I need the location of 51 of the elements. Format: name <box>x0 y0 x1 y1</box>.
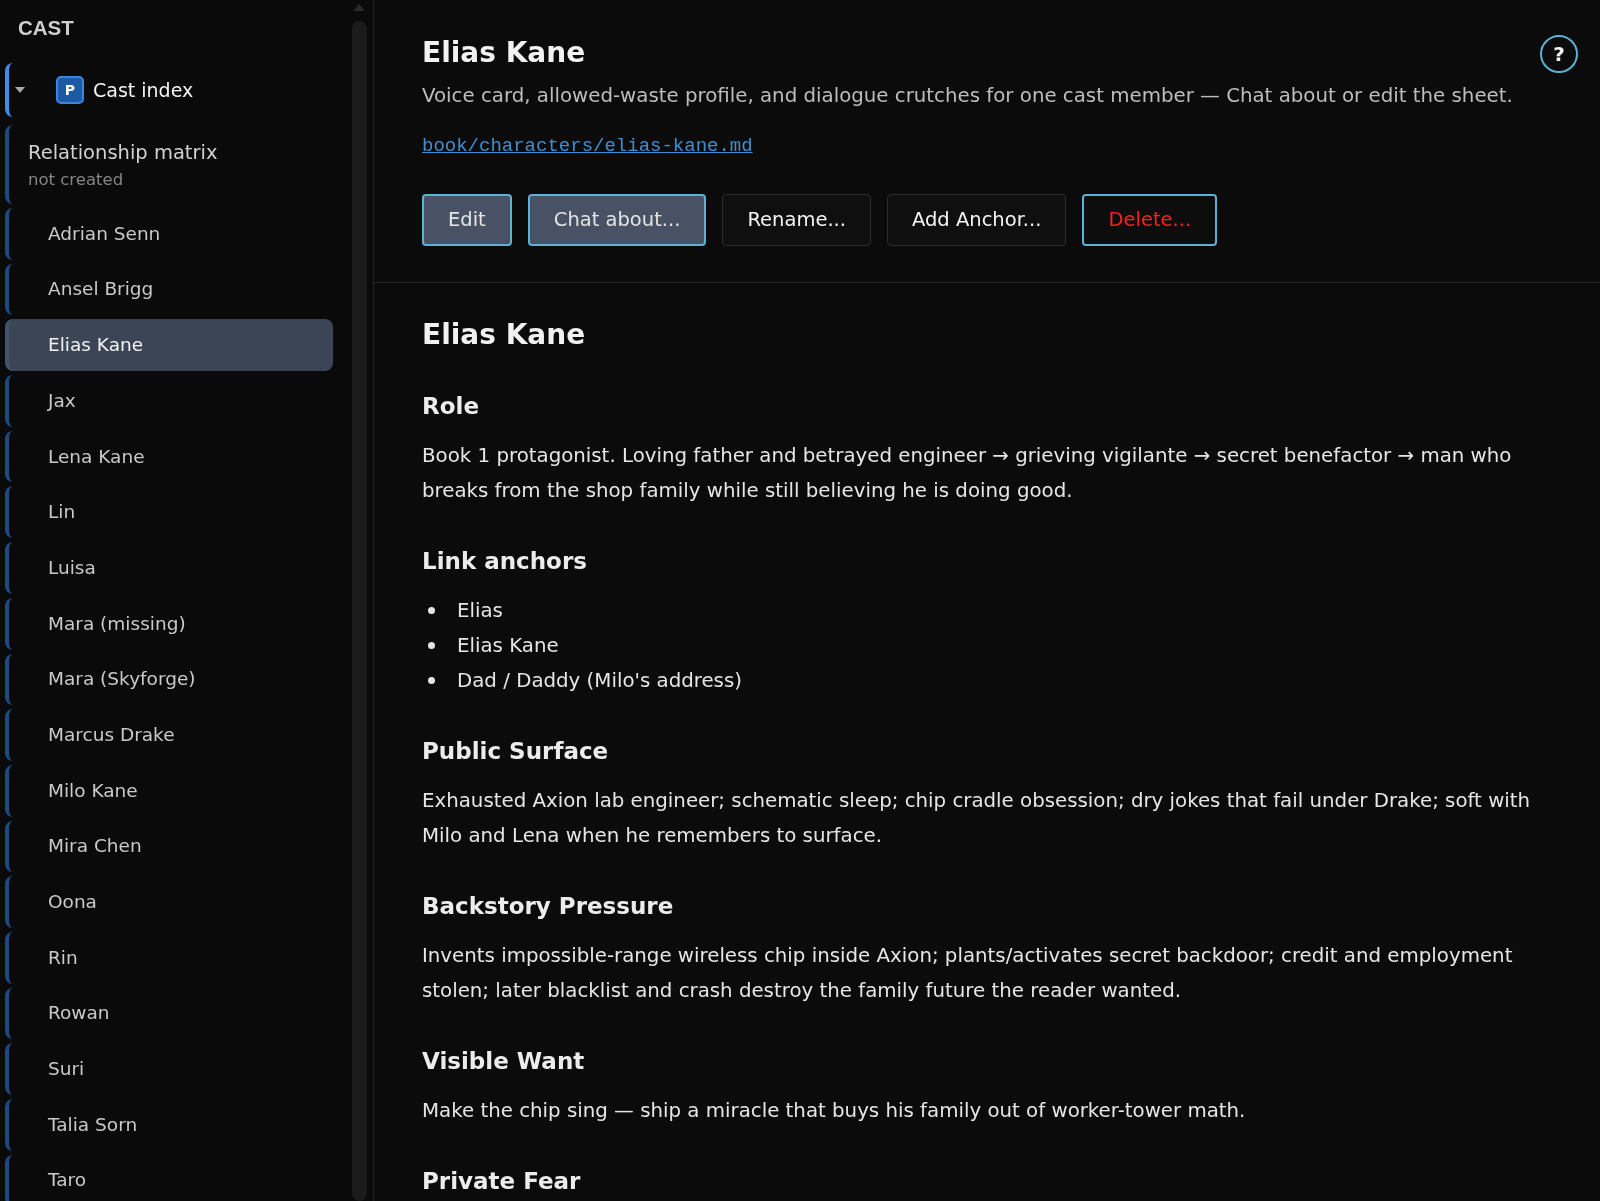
bullet-icon <box>428 642 435 649</box>
sidebar-item[interactable]: Jax <box>5 375 333 427</box>
sidebar-item[interactable]: Ansel Brigg <box>5 263 333 316</box>
section-heading: Link anchors <box>422 547 588 576</box>
sidebar-item[interactable]: Elias Kane <box>5 319 333 372</box>
action-button[interactable]: Edit <box>422 194 512 246</box>
bullet-icon <box>428 677 435 684</box>
help-button[interactable]: ? <box>1540 35 1578 73</box>
sidebar-item[interactable]: Lin <box>5 486 333 539</box>
list-item-text: Dad / Daddy (Milo's address) <box>457 668 742 694</box>
sidebar-item[interactable]: Talia Sorn <box>5 1099 333 1151</box>
sidebar-heading: CAST <box>17 16 75 40</box>
sidebar-item[interactable]: Marcus Drake <box>5 709 333 761</box>
page-description: Voice card, allowed-waste profile, and dialogue crutches for one cast member — Chat about or edit the sheet. <box>422 83 1513 109</box>
sidebar-item[interactable]: Taro <box>5 1154 333 1201</box>
sidebar-item[interactable]: Luisa <box>5 542 333 594</box>
sidebar-item[interactable]: Oona <box>5 876 333 928</box>
sidebar-item[interactable]: Mara (Skyforge) <box>5 653 333 706</box>
document-title: Elias Kane <box>422 317 587 353</box>
section-text: Book 1 protagonist. Loving father and betrayed engineer → grieving vigilante → secret benefactor → man who breaks from the shop family while still believing he is doing good. <box>422 443 1513 504</box>
section-heading: Public Surface <box>422 737 610 766</box>
section-text: Make the chip sing — ship a miracle that buys his family out of worker-tower math. <box>422 1098 1247 1124</box>
sidebar-item[interactable]: Lena Kane <box>5 430 333 483</box>
bullet-icon <box>428 607 435 614</box>
sidebar-item[interactable]: Milo Kane <box>5 764 333 817</box>
file-path-link[interactable]: book/characters/elias-kane.md <box>422 134 753 158</box>
page-title: Elias Kane <box>422 35 586 71</box>
section-heading: Private Fear <box>422 1167 582 1196</box>
section-text: Invents impossible-range wireless chip inside Axion; plants/activates secret backdoor; credit and employment stolen; later blacklist and crash destroy the family future the reader wanted. <box>422 943 1514 1004</box>
action-button[interactable]: Add Anchor... <box>887 194 1067 246</box>
sidebar-item[interactable]: Adrian Senn <box>5 208 333 260</box>
section-heading: Role <box>422 392 480 421</box>
status-note: not created <box>28 169 124 190</box>
sidebar-item[interactable]: Mara (missing) <box>5 597 333 650</box>
scroll-up-arrow-icon[interactable] <box>353 4 365 11</box>
page-badge: P <box>56 76 84 104</box>
delete-button[interactable]: Delete... <box>1082 194 1218 246</box>
section-text: Exhausted Axion lab engineer; schematic sleep; chip cradle obsession; dry jokes that fail under Drake; soft with Milo and Lena when he remembers to surface. <box>422 788 1532 849</box>
caret-icon[interactable] <box>15 86 25 94</box>
section-heading: Visible Want <box>422 1047 586 1076</box>
sidebar-item[interactable]: Suri <box>5 1043 333 1095</box>
action-button[interactable]: Chat about... <box>527 194 707 246</box>
section-heading: Backstory Pressure <box>422 892 675 921</box>
action-button[interactable]: Rename... <box>722 194 871 246</box>
list-item-text: Elias Kane <box>457 633 559 659</box>
sidebar-item[interactable]: Rin <box>5 931 333 984</box>
sidebar-item[interactable]: Relationship matrix not created <box>5 125 333 204</box>
sidebar-item[interactable]: Mira Chen <box>5 820 333 873</box>
sidebar-group-item[interactable]: P Cast index <box>5 63 333 117</box>
list-item-text: Elias <box>457 598 503 624</box>
sidebar-item[interactable]: Rowan <box>5 987 333 1040</box>
